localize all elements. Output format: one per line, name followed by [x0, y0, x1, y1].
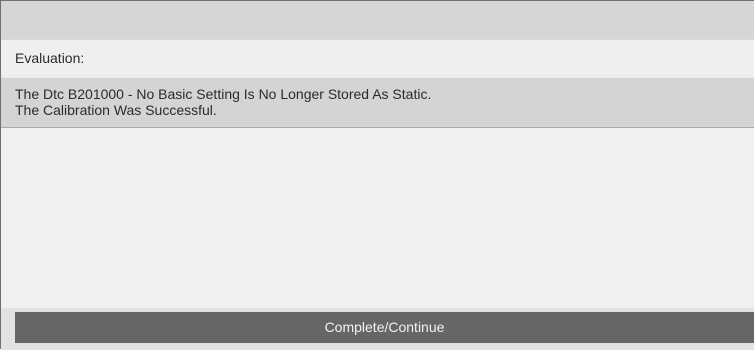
content-area	[1, 128, 754, 308]
top-bar	[1, 1, 754, 39]
evaluation-header: Evaluation:	[1, 39, 754, 75]
evaluation-window: Evaluation: The Dtc B201000 - No Basic S…	[0, 0, 754, 350]
evaluation-result: The Dtc B201000 - No Basic Setting Is No…	[1, 78, 754, 128]
result-line-calibration: The Calibration Was Successful.	[15, 102, 217, 118]
complete-continue-button[interactable]: Complete/Continue	[15, 312, 754, 343]
result-line-dtc: The Dtc B201000 - No Basic Setting Is No…	[15, 86, 432, 102]
footer-bar: Complete/Continue	[1, 308, 754, 350]
evaluation-label: Evaluation:	[15, 50, 85, 66]
